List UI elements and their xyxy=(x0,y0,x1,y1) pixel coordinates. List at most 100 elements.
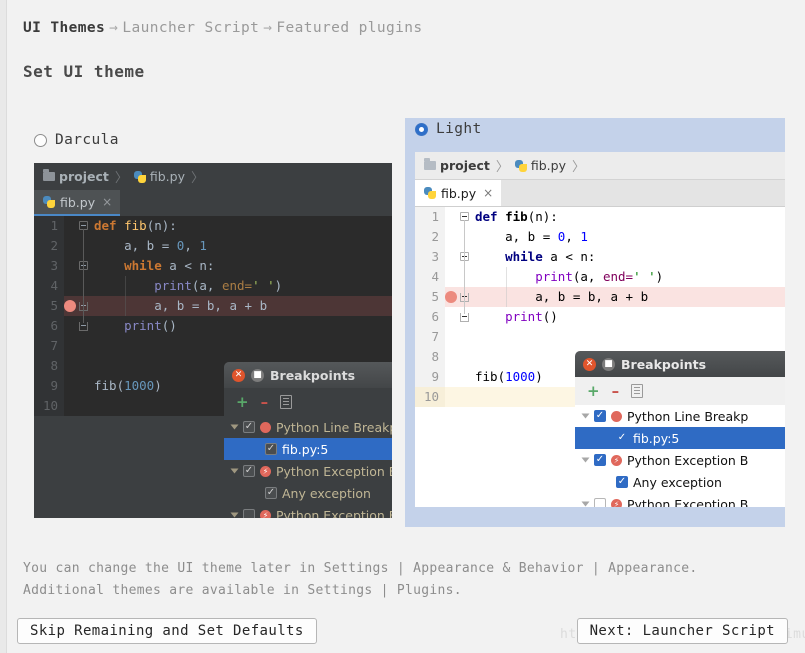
code-line[interactable]: 1 def fib(n): xyxy=(34,216,392,236)
breakpoint-row[interactable]: ⚡ Python Exception B xyxy=(224,504,392,518)
fold-gutter[interactable] xyxy=(459,307,470,327)
editor-breadcrumb-item[interactable]: fib.py xyxy=(133,169,185,184)
breakpoint-dot-icon[interactable] xyxy=(445,291,457,303)
chevron-down-icon[interactable] xyxy=(230,512,239,518)
fold-gutter[interactable] xyxy=(459,327,470,347)
breakpoint-dot-icon[interactable] xyxy=(64,300,76,312)
maximize-icon[interactable]: ■ xyxy=(251,368,264,382)
code-line[interactable]: 4 print(a, end=' ') xyxy=(415,267,785,287)
breakpoint-row[interactable]: ✓ Python Line Breakp xyxy=(224,416,392,438)
editor-tab-fib-py[interactable]: fib.py × xyxy=(34,190,121,216)
breakpoint-row[interactable]: ✓ ⚡ Python Exception B xyxy=(224,460,392,482)
fold-gutter[interactable] xyxy=(459,227,470,247)
add-icon[interactable]: + xyxy=(236,393,249,411)
code-line[interactable]: 6 print() xyxy=(34,316,392,336)
fold-end-icon[interactable] xyxy=(460,313,469,322)
editor-breadcrumb-item[interactable]: project xyxy=(424,158,490,173)
breadcrumb-item-featured-plugins[interactable]: Featured plugins xyxy=(276,20,422,36)
breakpoint-row[interactable]: ✓ fib.py:5 xyxy=(575,427,785,449)
fold-gutter[interactable] xyxy=(78,276,89,296)
fold-gutter[interactable] xyxy=(78,256,89,276)
radio-light[interactable] xyxy=(415,122,428,136)
code-line[interactable]: 3 while a < n: xyxy=(415,247,785,267)
fold-gutter[interactable] xyxy=(78,396,89,416)
editor-breadcrumb-item[interactable]: fib.py xyxy=(514,158,566,173)
code-line[interactable]: 6 print() xyxy=(415,307,785,327)
checkbox[interactable]: ✓ xyxy=(594,410,606,422)
fold-gutter[interactable] xyxy=(459,387,470,407)
close-icon[interactable]: ✕ xyxy=(583,357,596,371)
code-line[interactable]: 7 xyxy=(34,336,392,356)
radio-darcula[interactable] xyxy=(34,133,47,147)
breadcrumb-item-ui-themes[interactable]: UI Themes xyxy=(23,20,105,36)
breakpoint-row[interactable]: ✓ fib.py:5 xyxy=(224,438,392,460)
checkbox[interactable] xyxy=(594,498,606,507)
editor-tab-fib-py[interactable]: fib.py × xyxy=(415,180,502,206)
checkbox[interactable]: ✓ xyxy=(265,443,277,455)
checkbox[interactable]: ✓ xyxy=(616,432,628,444)
breakpoint-row[interactable]: ✓ ⚡ Python Exception B xyxy=(575,449,785,471)
breakpoints-dialog[interactable]: ✕ ■ Breakpoints + – ✓ Python Line Breakp ✓… xyxy=(224,362,392,518)
fold-gutter[interactable] xyxy=(78,336,89,356)
remove-icon[interactable]: – xyxy=(261,393,269,411)
chevron-down-icon[interactable] xyxy=(581,501,590,507)
code-line[interactable]: 2 a, b = 0, 1 xyxy=(34,236,392,256)
chevron-down-icon[interactable] xyxy=(581,413,590,419)
fold-gutter[interactable] xyxy=(459,207,470,227)
checkbox[interactable]: ✓ xyxy=(243,465,255,477)
breakpoint-row[interactable]: ✓ Any exception xyxy=(224,482,392,504)
fold-gutter[interactable] xyxy=(78,216,89,236)
breakpoints-tree[interactable]: ✓ Python Line Breakp ✓ fib.py:5 ✓ ⚡ Python Exc… xyxy=(575,405,785,507)
close-icon[interactable]: ✕ xyxy=(232,368,245,382)
theme-option-light-header[interactable]: Light xyxy=(405,118,785,140)
theme-option-darcula-header[interactable]: Darcula xyxy=(34,129,394,151)
code-line[interactable]: 3 while a < n: xyxy=(34,256,392,276)
checkbox[interactable]: ✓ xyxy=(243,421,255,433)
code-line[interactable]: 5 a, b = b, a + b xyxy=(34,296,392,316)
breakpoint-row[interactable]: ⚡ Python Exception B xyxy=(575,493,785,507)
fold-gutter[interactable] xyxy=(78,376,89,396)
fold-gutter[interactable] xyxy=(459,267,470,287)
checkbox[interactable]: ✓ xyxy=(616,476,628,488)
code-line[interactable]: 7 xyxy=(415,327,785,347)
skip-remaining-button[interactable]: Skip Remaining and Set Defaults xyxy=(17,618,317,644)
code-token: def xyxy=(94,218,125,233)
fold-gutter[interactable] xyxy=(78,296,89,316)
fold-gutter[interactable] xyxy=(78,236,89,256)
remove-icon[interactable]: – xyxy=(612,382,620,400)
chevron-down-icon[interactable] xyxy=(581,457,590,463)
maximize-icon[interactable]: ■ xyxy=(602,357,615,371)
breadcrumb-item-launcher-script[interactable]: Launcher Script xyxy=(122,20,259,36)
fold-gutter[interactable] xyxy=(459,247,470,267)
breakpoints-tree[interactable]: ✓ Python Line Breakp ✓ fib.py:5 ✓ ⚡ Python Exc… xyxy=(224,416,392,518)
theme-option-darcula[interactable]: Darcula project 〉 fib.py 〉 fib.py × 1 def fi… xyxy=(34,129,394,518)
chevron-down-icon[interactable] xyxy=(230,468,239,474)
close-icon[interactable]: × xyxy=(483,186,493,200)
checkbox[interactable]: ✓ xyxy=(594,454,606,466)
theme-option-light[interactable]: Light project 〉 fib.py 〉 fib.py × 1 def fib(… xyxy=(405,118,785,507)
code-text: a, b = 0, 1 xyxy=(475,227,785,247)
editor-breadcrumb-item[interactable]: project xyxy=(43,169,109,184)
fold-gutter[interactable] xyxy=(459,347,470,367)
copy-document-icon[interactable] xyxy=(280,395,293,409)
next-launcher-script-button[interactable]: Next: Launcher Script xyxy=(576,618,788,644)
add-icon[interactable]: + xyxy=(587,382,600,400)
breakpoints-dialog[interactable]: ✕ ■ Breakpoints + – ✓ Python Line Breakp ✓… xyxy=(575,351,785,507)
code-line[interactable]: 1 def fib(n): xyxy=(415,207,785,227)
checkbox[interactable] xyxy=(243,509,255,518)
code-line[interactable]: 4 print(a, end=' ') xyxy=(34,276,392,296)
close-icon[interactable]: × xyxy=(102,195,112,209)
fold-gutter[interactable] xyxy=(78,316,89,336)
code-line[interactable]: 2 a, b = 0, 1 xyxy=(415,227,785,247)
code-line[interactable]: 5 a, b = b, a + b xyxy=(415,287,785,307)
fold-end-icon[interactable] xyxy=(79,322,88,331)
fold-gutter[interactable] xyxy=(459,367,470,387)
breakpoint-row[interactable]: ✓ Any exception xyxy=(575,471,785,493)
checkbox[interactable]: ✓ xyxy=(265,487,277,499)
fold-gutter[interactable] xyxy=(459,287,470,307)
copy-document-icon[interactable] xyxy=(631,384,644,398)
breakpoint-row[interactable]: ✓ Python Line Breakp xyxy=(575,405,785,427)
chevron-down-icon[interactable] xyxy=(230,424,239,430)
fold-gutter[interactable] xyxy=(78,356,89,376)
